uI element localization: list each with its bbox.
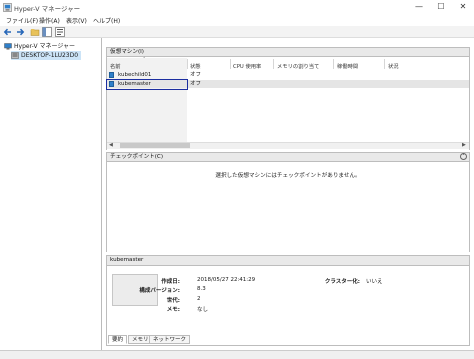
tree-root-hyperv-manager[interactable]: Hyper-V マネージャー (4, 42, 75, 51)
maximize-button[interactable]: ☐ (430, 0, 452, 14)
checkpoint-panel-header[interactable]: チェックポイント(C) (106, 152, 470, 162)
title-bar: Hyper-V マネージャー — ☐ ✕ (0, 0, 474, 14)
config-version-label: 構成バージョン: (139, 288, 180, 294)
minimize-button[interactable]: — (408, 0, 430, 14)
column-header-cpu[interactable]: CPU 使用率 (233, 62, 261, 70)
column-header-memory[interactable]: メモリの割り当て (277, 62, 319, 70)
details-panel-title: kubemaster (110, 257, 144, 263)
column-header-state[interactable]: 状態 (190, 62, 201, 70)
config-version-value: 8.3 (197, 286, 206, 292)
menu-help[interactable]: ヘルプ(H) (93, 16, 120, 25)
scrollbar-thumb[interactable] (120, 143, 190, 148)
back-arrow-icon[interactable] (3, 27, 13, 37)
menu-file[interactable]: ファイル(F) (6, 16, 38, 25)
details-panel-header[interactable]: kubemaster (106, 255, 470, 266)
vm-panel-header[interactable]: 仮想マシン(I) (106, 47, 470, 57)
created-label: 作成日: (161, 279, 180, 285)
tree-item-server[interactable]: DESKTOP-1LU23D0 (11, 51, 82, 60)
close-button[interactable]: ✕ (452, 0, 474, 14)
column-divider[interactable] (333, 59, 334, 69)
forward-arrow-icon[interactable] (15, 27, 25, 37)
help-icon[interactable] (55, 27, 65, 37)
column-header-status[interactable]: 状況 (388, 62, 399, 70)
column-header-uptime[interactable]: 稼働時間 (337, 62, 358, 70)
virtual-machine-icon (109, 72, 114, 78)
tree-server-label: DESKTOP-1LU23D0 (21, 52, 79, 59)
clustered-value: いいえ (366, 279, 383, 285)
column-divider[interactable] (187, 59, 188, 69)
hyperv-logo-icon (3, 3, 12, 12)
column-header-name[interactable]: 名前 (110, 62, 121, 70)
vm-state: オフ (190, 72, 202, 78)
checkpoint-panel-title: チェックポイント(C) (110, 154, 164, 160)
tab-summary[interactable]: 要約 (108, 335, 128, 344)
generation-value: 2 (197, 296, 201, 302)
show-hide-console-tree-icon[interactable] (42, 27, 52, 37)
menu-bar: ファイル(F) 操作(A) 表示(V) ヘルプ(H) (0, 14, 474, 26)
scroll-right-icon[interactable]: ▶ (462, 142, 466, 148)
vm-panel-title: 仮想マシン(I) (110, 49, 144, 55)
tab-network[interactable]: ネットワーク (149, 335, 191, 344)
vm-row-kubechild01[interactable]: kubechild01 オフ (107, 71, 469, 79)
generation-label: 世代: (166, 298, 180, 304)
status-bar (0, 350, 474, 359)
tree-root-label: Hyper-V マネージャー (14, 43, 76, 50)
clustered-label: クラスター化: (324, 279, 360, 285)
scroll-left-icon[interactable]: ◀ (109, 142, 113, 148)
server-icon (11, 52, 19, 59)
notes-value: なし (197, 307, 209, 313)
checkpoint-empty-message: 選択した仮想マシンにはチェックポイントがありません。 (215, 173, 361, 179)
console-tree: Hyper-V マネージャー DESKTOP-1LU23D0 (0, 38, 102, 350)
created-value: 2018/05/27 22:41:29 (197, 277, 256, 283)
selection-highlight-box (106, 79, 188, 90)
toolbar (0, 26, 474, 38)
window-title: Hyper-V マネージャー (14, 5, 81, 13)
vm-name: kubechild01 (118, 72, 152, 78)
sort-ascending-icon: ˄ (143, 57, 146, 63)
column-divider[interactable] (230, 59, 231, 69)
column-divider[interactable] (273, 59, 274, 69)
column-divider[interactable] (384, 59, 385, 69)
folder-up-icon[interactable] (30, 27, 40, 37)
vm-state: オフ (190, 81, 202, 87)
menu-view[interactable]: 表示(V) (66, 16, 87, 25)
menu-action[interactable]: 操作(A) (39, 16, 60, 25)
collapse-chevron-icon[interactable]: ˄ (460, 153, 467, 160)
notes-label: メモ: (166, 307, 180, 313)
hyperv-manager-icon (4, 43, 12, 50)
